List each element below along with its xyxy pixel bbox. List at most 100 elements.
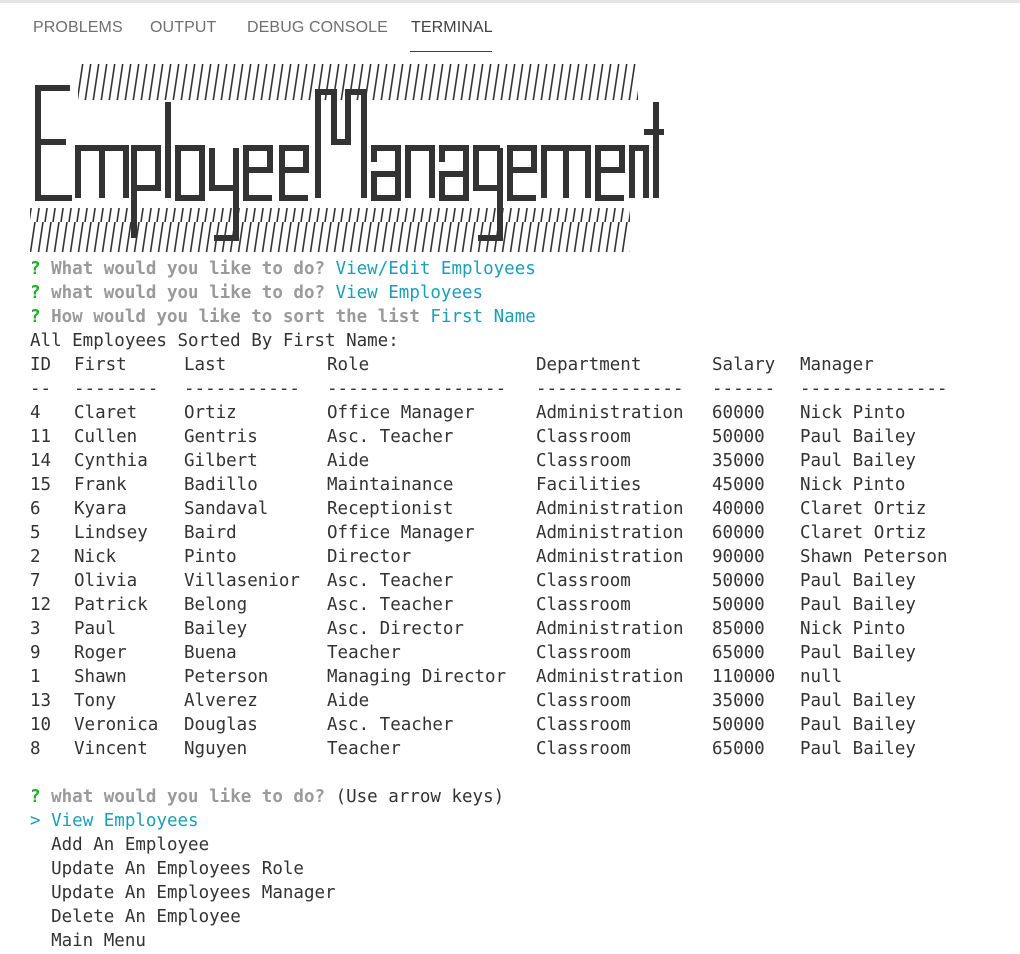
table-row: 14 Cynthia Gilbert Aide Classroom 35000 Paul B… <box>0 449 1020 473</box>
cell-last: Gilbert <box>184 451 258 471</box>
cell-last: Belong <box>184 595 248 615</box>
tab-terminal[interactable]: TERMINAL <box>411 19 493 37</box>
cell-first: -------- <box>74 379 159 399</box>
cell-manager: Paul Bailey <box>800 595 916 615</box>
table-row: 15 Frank Badillo Maintainance Facilities 4500… <box>0 473 1020 497</box>
cell-first: Cynthia <box>74 451 148 471</box>
cell-manager: Paul Bailey <box>800 427 916 447</box>
cell-salary: 35000 <box>712 691 765 711</box>
menu-item-label: Update An Employees Manager <box>51 883 336 903</box>
menu-item-label: Delete An Employee <box>51 907 241 927</box>
cell-first: Cullen <box>74 427 138 447</box>
panel-tab-bar: PROBLEMS OUTPUT DEBUG CONSOLE TERMINAL <box>0 0 1020 56</box>
cell-manager: Paul Bailey <box>800 739 916 759</box>
cell-last: Peterson <box>184 667 269 687</box>
table-row: 1 Shawn Peterson Managing Director Administr… <box>0 665 1020 689</box>
cell-last: Ortiz <box>184 403 237 423</box>
cell-salary: 50000 <box>712 595 765 615</box>
cell-id: 11 <box>30 427 52 447</box>
prompt-mark: ? <box>30 283 41 303</box>
cell-department: Administration <box>536 523 684 543</box>
cell-manager: Manager <box>800 355 874 375</box>
cell-department: Administration <box>536 499 684 519</box>
prompt-question: What would you like to do? <box>51 259 326 279</box>
sort-heading: All Employees Sorted By First Name: <box>30 331 399 351</box>
cell-last: Bailey <box>184 619 248 639</box>
cell-manager: -------------- <box>800 379 948 399</box>
cell-role: Asc. Teacher <box>327 715 454 735</box>
cell-last: ----------- <box>184 379 300 399</box>
cell-salary: Salary <box>712 355 776 375</box>
cell-id: 8 <box>30 739 41 759</box>
cell-salary: 65000 <box>712 643 765 663</box>
cell-department: Administration <box>536 667 684 687</box>
menu-item-delete-employee[interactable]: Delete An Employee <box>30 905 241 929</box>
prompt-mark: ? <box>30 787 41 807</box>
cell-last: Gentris <box>184 427 258 447</box>
cell-first: Claret <box>74 403 138 423</box>
cell-manager: Paul Bailey <box>800 643 916 663</box>
cell-first: Paul <box>74 619 117 639</box>
menu-item-view-employees[interactable]: > View Employees <box>30 809 199 833</box>
menu-item-update-manager[interactable]: Update An Employees Manager <box>30 881 336 905</box>
tab-problems[interactable]: PROBLEMS <box>33 19 123 37</box>
table-row: 6 Kyara Sandaval Receptionist Administration… <box>0 497 1020 521</box>
cell-first: Shawn <box>74 667 127 687</box>
cell-department: Classroom <box>536 715 631 735</box>
menu-item-label: Update An Employees Role <box>51 859 304 879</box>
tab-debug-console[interactable]: DEBUG CONSOLE <box>247 19 388 37</box>
cell-last: Pinto <box>184 547 237 567</box>
prompt-mark: ? <box>30 307 41 327</box>
cell-department: Classroom <box>536 739 631 759</box>
table-row: 7 Olivia Villasenior Asc. Teacher Classroom 5… <box>0 569 1020 593</box>
cell-salary: ------ <box>712 379 776 399</box>
cell-salary: 60000 <box>712 523 765 543</box>
cell-first: Nick <box>74 547 117 567</box>
cell-salary: 85000 <box>712 619 765 639</box>
cell-salary: 50000 <box>712 715 765 735</box>
cell-department: Administration <box>536 403 684 423</box>
cell-first: Olivia <box>74 571 138 591</box>
cell-role: Asc. Teacher <box>327 595 454 615</box>
menu-item-main-menu[interactable]: Main Menu <box>30 929 146 953</box>
table-row: 8 Vincent Nguyen Teacher Classroom 65000 Paul … <box>0 737 1020 761</box>
cell-salary: 65000 <box>712 739 765 759</box>
table-separator-row: -- -------- ----------- ----------------- --… <box>0 377 1020 401</box>
cell-department: Classroom <box>536 595 631 615</box>
menu-item-add-employee[interactable]: Add An Employee <box>30 833 209 857</box>
table-row: 5 Lindsey Baird Office Manager Administratio… <box>0 521 1020 545</box>
cell-id: 6 <box>30 499 41 519</box>
cell-role: Managing Director <box>327 667 507 687</box>
cell-manager: null <box>800 667 843 687</box>
cell-id: 9 <box>30 643 41 663</box>
table-row: 10 Veronica Douglas Asc. Teacher Classroom 50… <box>0 713 1020 737</box>
cell-role: Teacher <box>327 643 401 663</box>
cell-department: Department <box>536 355 642 375</box>
cell-department: Classroom <box>536 571 631 591</box>
cell-id: 15 <box>30 475 52 495</box>
cell-manager: Paul Bailey <box>800 691 916 711</box>
cell-manager: Paul Bailey <box>800 571 916 591</box>
prompt-line-2: ? what would you like to do? View Employ… <box>30 281 483 305</box>
prompt-answer: First Name <box>430 307 536 327</box>
tab-output[interactable]: OUTPUT <box>150 19 216 37</box>
cell-last: Buena <box>184 643 237 663</box>
active-tab-indicator <box>410 51 492 52</box>
selection-pointer: > <box>30 811 41 831</box>
cell-first: Patrick <box>74 595 148 615</box>
cell-id: -- <box>30 379 52 399</box>
cell-salary: 50000 <box>712 427 765 447</box>
cell-salary: 35000 <box>712 451 765 471</box>
cell-role: ----------------- <box>327 379 507 399</box>
cell-role: Office Manager <box>327 403 475 423</box>
cell-id: 5 <box>30 523 41 543</box>
cell-id: 12 <box>30 595 52 615</box>
table-row: 9 Roger Buena Teacher Classroom 65000 Paul Bai… <box>0 641 1020 665</box>
menu-item-update-role[interactable]: Update An Employees Role <box>30 857 304 881</box>
cell-id: 10 <box>30 715 52 735</box>
cell-department: Classroom <box>536 427 631 447</box>
cell-role: Asc. Director <box>327 619 464 639</box>
cell-department: Administration <box>536 619 684 639</box>
cell-id: 14 <box>30 451 52 471</box>
table-row: 4 Claret Ortiz Office Manager Administration… <box>0 401 1020 425</box>
